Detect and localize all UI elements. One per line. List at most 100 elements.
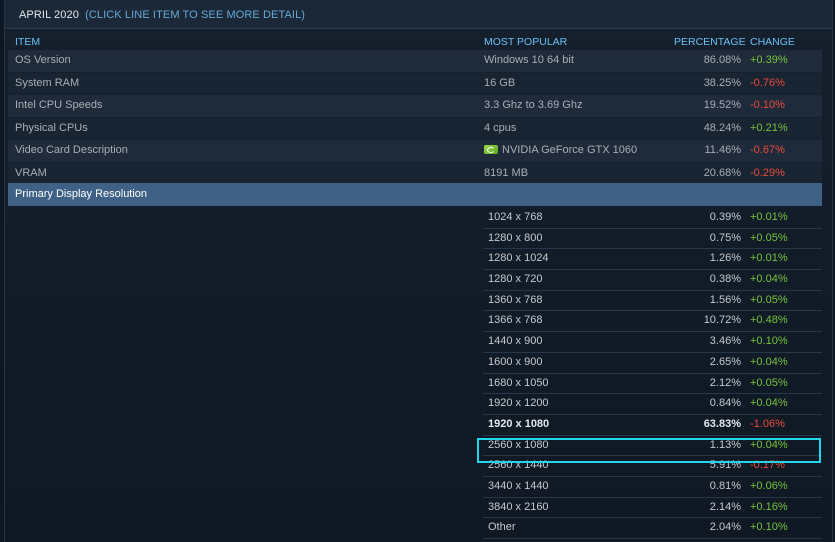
survey-header: APRIL 2020 (CLICK LINE ITEM TO SEE MORE …	[5, 0, 832, 29]
resolution-label: 2560 x 1440	[488, 459, 549, 472]
resolution-row: 1366 x 768 10.72% +0.48%	[483, 311, 822, 333]
resolution-label: 1366 x 768	[488, 314, 543, 327]
row-item: OS Version	[15, 54, 71, 66]
resolution-percentage: 0.39%	[709, 211, 741, 223]
row-item: Physical CPUs	[15, 121, 88, 134]
row-most-popular: 16 GB	[484, 73, 515, 95]
resolution-percentage: 63.83%	[703, 417, 741, 430]
resolution-change: +0.04%	[750, 397, 788, 410]
resolution-percentage: 2.04%	[709, 521, 741, 534]
row-change: -0.29%	[750, 166, 785, 179]
resolution-row: Other 2.04% +0.10%	[483, 518, 822, 539]
row-most-popular-value: 8191 MB	[484, 166, 529, 179]
resolution-row: 3440 x 1440 0.81% +0.06%	[483, 477, 822, 498]
resolution-change: +0.05%	[750, 293, 788, 306]
section-primary-display-resolution[interactable]: Primary Display Resolution	[8, 183, 822, 206]
nvidia-logo-icon	[484, 145, 498, 154]
survey-hint: (CLICK LINE ITEM TO SEE MORE DETAIL)	[85, 9, 306, 21]
row-most-popular: 8191 MB	[484, 163, 528, 185]
resolution-label: Other	[488, 521, 516, 534]
section-label: Primary Display Resolution	[15, 188, 148, 200]
resolution-row: 1360 x 768 1.56% +0.05%	[483, 291, 822, 312]
resolution-row: 1440 x 900 3.46% +0.10%	[483, 332, 822, 353]
resolution-label: 1024 x 768	[488, 211, 543, 223]
row-percentage: 48.24%	[703, 121, 741, 134]
col-most-popular: MOST POPULAR	[484, 36, 568, 48]
resolution-label: 1680 x 1050	[488, 376, 549, 389]
resolution-row: 3840 x 2160 2.14% +0.16%	[483, 498, 822, 519]
table-row-intel-cpu-speeds[interactable]: Intel CPU Speeds 3.3 Ghz to 3.69 Ghz 19.52…	[8, 95, 822, 118]
table-row-system-ram[interactable]: System RAM 16 GB 38.25% -0.76%	[8, 72, 822, 95]
resolution-percentage: 2.12%	[709, 376, 741, 389]
resolution-row: 2560 x 1080 1.13% +0.04%	[483, 436, 822, 457]
resolution-change: +0.05%	[750, 231, 788, 244]
resolution-row: 1024 x 768 0.39% +0.01%	[483, 208, 822, 229]
row-most-popular: 4 cpus	[484, 118, 516, 140]
resolution-label: 3840 x 2160	[488, 500, 549, 513]
resolution-label: 2560 x 1080	[488, 438, 549, 451]
resolution-label: 1280 x 800	[488, 231, 543, 244]
resolution-row-highlighted: 2560 x 1440 5.91% -0.17%	[483, 456, 822, 477]
resolution-percentage: 0.84%	[709, 397, 741, 410]
resolution-label: 1280 x 720	[488, 273, 543, 286]
column-headers: ITEM MOST POPULAR PERCENTAGE CHANGE	[8, 36, 822, 49]
resolution-change: +0.16%	[750, 500, 788, 513]
table-row-physical-cpus[interactable]: Physical CPUs 4 cpus 48.24% +0.21%	[8, 117, 822, 140]
row-most-popular: Windows 10 64 bit	[484, 50, 574, 72]
row-item: Video Card Description	[15, 144, 128, 156]
row-change: -0.67%	[750, 144, 785, 156]
resolution-label: 1360 x 768	[488, 293, 543, 306]
resolution-row: 1280 x 800 0.75% +0.05%	[483, 229, 822, 250]
resolution-percentage: 0.75%	[709, 231, 741, 244]
row-change: -0.10%	[750, 99, 785, 111]
row-percentage: 86.08%	[703, 54, 741, 66]
row-item: VRAM	[15, 166, 47, 179]
resolution-percentage: 0.38%	[709, 273, 741, 286]
resolution-change: +0.06%	[750, 479, 788, 492]
resolution-percentage: 3.46%	[709, 335, 741, 348]
table-row-vram[interactable]: VRAM 8191 MB 20.68% -0.29%	[8, 162, 822, 185]
resolution-percentage: 1.13%	[709, 438, 741, 451]
row-most-popular-value: NVIDIA GeForce GTX 1060	[502, 144, 638, 156]
resolution-row: 1600 x 900 2.65% +0.04%	[483, 353, 822, 374]
resolution-label: 1920 x 1080	[488, 417, 550, 430]
resolution-row: 1280 x 1024 1.26% +0.01%	[483, 249, 822, 271]
row-percentage: 20.68%	[703, 166, 741, 179]
row-most-popular-value: Windows 10 64 bit	[484, 54, 574, 66]
table-row-os-version[interactable]: OS Version Windows 10 64 bit 86.08% +0.39%	[8, 50, 822, 73]
resolution-percentage: 1.56%	[709, 293, 741, 306]
row-most-popular: NVIDIA GeForce GTX 1060	[484, 140, 637, 162]
row-percentage: 11.46%	[704, 144, 742, 156]
resolution-change: +0.10%	[750, 521, 788, 534]
col-item: ITEM	[15, 36, 41, 48]
row-percentage: 38.25%	[703, 76, 741, 89]
row-change: -0.76%	[750, 76, 785, 89]
resolution-label: 1920 x 1200	[488, 397, 549, 410]
row-most-popular: 3.3 Ghz to 3.69 Ghz	[484, 95, 582, 117]
resolution-percentage: 0.81%	[709, 479, 741, 492]
resolution-row: 1280 x 720 0.38% +0.04%	[483, 270, 822, 291]
resolution-table: 1024 x 768 0.39% +0.01% 1280 x 800 0.75% +0.0…	[483, 208, 822, 539]
resolution-change: +0.04%	[750, 438, 788, 451]
row-most-popular-value: 3.3 Ghz to 3.69 Ghz	[484, 99, 583, 111]
resolution-row: 1680 x 1050 2.12% +0.05%	[483, 374, 822, 395]
survey-month: APRIL 2020	[19, 9, 79, 21]
row-item: System RAM	[15, 76, 80, 89]
resolution-change: +0.10%	[750, 335, 788, 348]
resolution-percentage: 2.14%	[709, 500, 741, 513]
col-percentage: PERCENTAGE	[674, 36, 746, 48]
resolution-label: 1440 x 900	[488, 335, 543, 348]
resolution-change: +0.48%	[750, 314, 788, 327]
resolution-change: -0.17%	[750, 459, 785, 472]
resolution-change: +0.05%	[750, 376, 788, 389]
row-most-popular-value: 4 cpus	[484, 121, 517, 134]
resolution-change: +0.04%	[750, 355, 788, 368]
resolution-label: 1600 x 900	[488, 355, 543, 368]
resolution-percentage: 5.91%	[709, 459, 741, 472]
row-change: +0.39%	[750, 54, 788, 66]
row-most-popular-value: 16 GB	[484, 76, 516, 89]
row-item: Intel CPU Speeds	[15, 99, 103, 111]
table-row-video-card-description[interactable]: Video Card Description NVIDIA GeForce GTX…	[8, 140, 822, 163]
resolution-row: 1920 x 1200 0.84% +0.04%	[483, 394, 822, 415]
col-change: CHANGE	[750, 36, 795, 48]
